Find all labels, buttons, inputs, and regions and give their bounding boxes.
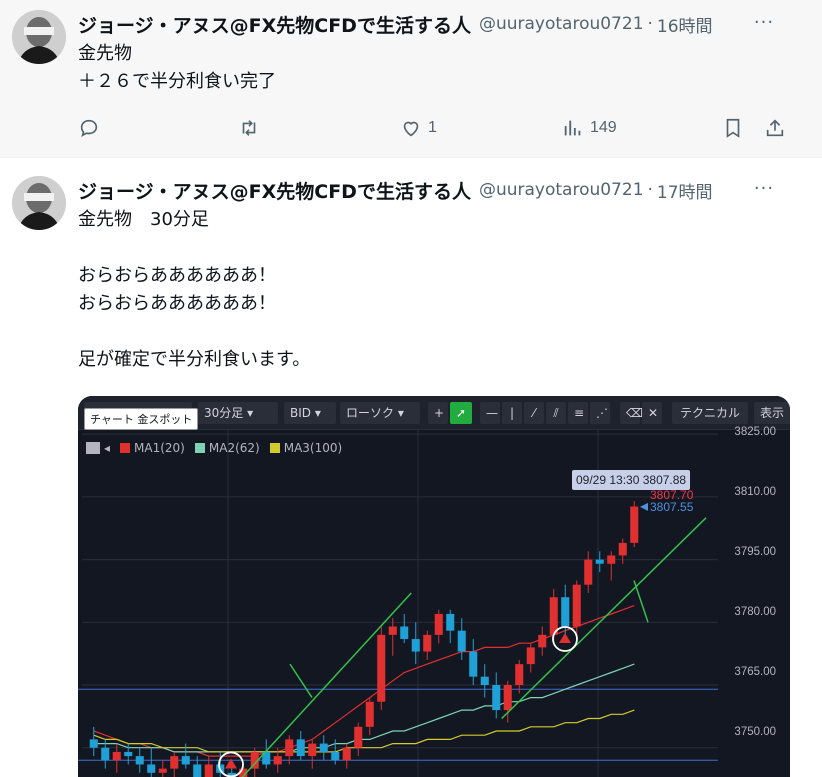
candle: [492, 685, 501, 711]
price-axis-label: 3810.00: [734, 486, 776, 498]
share-button[interactable]: [764, 110, 786, 146]
price-axis-label: 3795.00: [734, 546, 776, 558]
more-options-icon[interactable]: ···: [752, 10, 776, 34]
tweet[interactable]: ジョージ・アヌス@FX先物CFDで生活する人 @uurayotarou0721 …: [0, 0, 822, 158]
like-count: 1: [428, 119, 437, 136]
chart-tooltip: チャート 金スポット: [84, 408, 199, 430]
retweet-button[interactable]: [238, 110, 266, 146]
tweet-text: 金先物 ＋２６で半分利食い完了: [78, 43, 276, 92]
author-name[interactable]: ジョージ・アヌス@FX先物CFDで生活する人: [78, 11, 471, 38]
tweet-text: 金先物 30分足 おらおらああああああ！ おらおらああああああ！ 足が確定で半分…: [78, 209, 311, 370]
candle: [630, 506, 639, 543]
candle: [584, 559, 593, 585]
trend-line: [501, 517, 707, 720]
candle: [273, 756, 282, 765]
candle: [446, 613, 455, 631]
like-button[interactable]: 1: [400, 110, 437, 146]
trend-tick: [289, 663, 313, 698]
views-chart-icon: [564, 120, 581, 136]
tweet[interactable]: ジョージ・アヌス@FX先物CFDで生活する人 @uurayotarou0721 …: [0, 158, 822, 777]
candle: [469, 651, 478, 677]
candle: [457, 630, 466, 652]
separator: ·: [647, 180, 653, 200]
candle: [112, 751, 121, 761]
candle: [342, 747, 351, 761]
candle: [354, 726, 363, 748]
signal-triangle-icon: [559, 633, 571, 644]
price-axis-label: 3825.00: [734, 426, 776, 438]
avatar[interactable]: [12, 176, 66, 230]
moving-average-line: [93, 709, 635, 753]
candle: [296, 739, 305, 757]
tweet-actions: 1 149: [78, 110, 798, 146]
candle: [572, 584, 581, 627]
separator: ·: [647, 14, 653, 34]
candle: [101, 747, 110, 761]
chart-image[interactable]: ▾ 30分足 ▾ BID ▾ ローソク ▾ + ➚ — | ⁄ ⫽ ≡ ⋰ ⌫ …: [78, 396, 790, 777]
candle: [434, 613, 443, 635]
trend-tick: [633, 580, 649, 623]
reply-icon: [80, 119, 98, 138]
candle: [158, 768, 167, 773]
candle: [549, 597, 558, 635]
heart-icon: [403, 121, 419, 137]
candle: [526, 647, 535, 665]
candle: [204, 764, 213, 777]
candle: [538, 634, 547, 648]
candle: [181, 756, 190, 765]
bookmark-button[interactable]: [722, 110, 744, 146]
moving-average-line: [93, 663, 635, 753]
candle: [561, 597, 570, 627]
candle: [515, 664, 524, 686]
candle: [308, 743, 317, 757]
candle: [400, 626, 409, 640]
tweet-header: ジョージ・アヌス@FX先物CFDで生活する人 @uurayotarou0721 …: [78, 10, 810, 38]
more-options-icon[interactable]: ···: [752, 176, 776, 200]
candle: [411, 639, 420, 652]
candle: [170, 756, 179, 769]
author-name[interactable]: ジョージ・アヌス@FX先物CFDで生活する人: [78, 177, 471, 204]
candle: [618, 542, 627, 556]
current-price-blue: 3807.55: [650, 500, 694, 514]
candle: [331, 751, 340, 761]
timestamp[interactable]: 17時間: [657, 178, 713, 203]
avatar[interactable]: [12, 10, 66, 64]
current-price-marker-icon: [640, 502, 648, 511]
share-icon: [766, 119, 784, 137]
candle: [377, 634, 386, 702]
candle: [365, 701, 374, 727]
candle: [285, 739, 294, 757]
timestamp[interactable]: 16時間: [657, 12, 713, 37]
views-button[interactable]: 149: [562, 110, 617, 146]
candle: [124, 751, 133, 757]
reply-button[interactable]: [78, 110, 106, 146]
candle: [319, 743, 328, 752]
candle: [595, 559, 604, 564]
candle: [89, 739, 98, 748]
crosshair-tooltip: 09/29 13:30 3807.88: [572, 470, 691, 490]
candle: [503, 685, 512, 711]
author-handle[interactable]: @uurayotarou0721: [479, 180, 644, 200]
candle: [135, 756, 144, 765]
price-axis-label: 3750.00: [734, 726, 776, 738]
tweet-header: ジョージ・アヌス@FX先物CFDで生活する人 @uurayotarou0721 …: [78, 176, 810, 204]
price-axis-label: 3780.00: [734, 606, 776, 618]
candle: [423, 634, 432, 652]
candle: [147, 764, 156, 773]
candle: [607, 555, 616, 564]
candle: [480, 676, 489, 686]
author-handle[interactable]: @uurayotarou0721: [479, 14, 644, 34]
retweet-icon: [242, 120, 256, 136]
price-axis-label: 3765.00: [734, 666, 776, 678]
candle: [193, 764, 202, 777]
view-count: 149: [590, 119, 617, 136]
bookmark-icon: [726, 118, 740, 138]
price-chart[interactable]: [78, 396, 790, 777]
candle: [388, 626, 397, 635]
